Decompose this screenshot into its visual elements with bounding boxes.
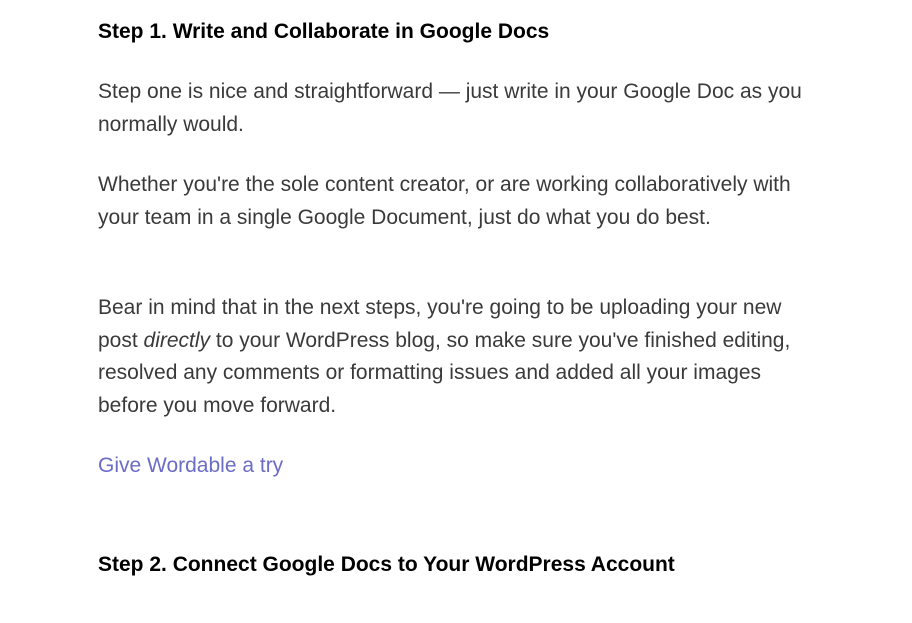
- wordable-link[interactable]: Give Wordable a try: [98, 450, 283, 483]
- step-1-heading: Step 1. Write and Collaborate in Google …: [98, 20, 814, 44]
- step-1-paragraph-3: Bear in mind that in the next steps, you…: [98, 292, 814, 422]
- step-2-heading: Step 2. Connect Google Docs to Your Word…: [98, 553, 814, 577]
- step-1-paragraph-1: Step one is nice and straightforward — j…: [98, 76, 814, 141]
- step-1-paragraph-2: Whether you're the sole content creator,…: [98, 169, 814, 234]
- paragraph-3-emphasis: directly: [144, 329, 211, 352]
